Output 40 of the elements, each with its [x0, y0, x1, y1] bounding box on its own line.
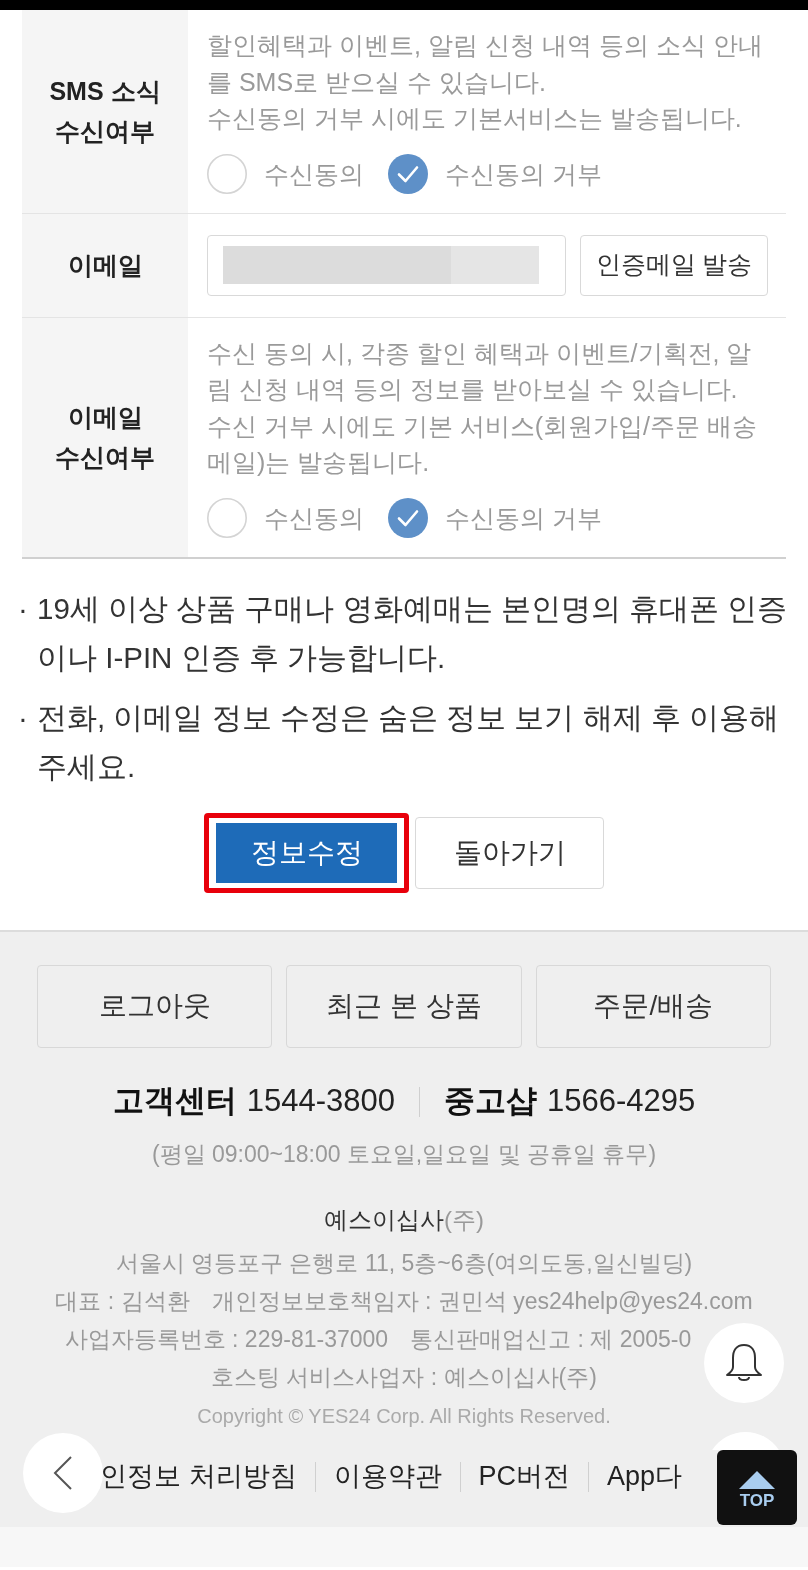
field-label: 이메일: [67, 250, 143, 281]
description-text: 할인혜택과 이벤트, 알림 신청 내역 등의 소식 안내를 SMS로 받으실 수 있습니다.: [207, 30, 764, 98]
field-label: 이메일 수신여부: [54, 402, 156, 473]
back-link-button[interactable]: 돌아가기: [415, 816, 604, 889]
floating-button-edge[interactable]: [712, 1432, 779, 1450]
bullet-mark: ·: [18, 590, 29, 627]
phone-number: 1544-3800: [246, 1082, 395, 1121]
description-text: 수신동의 거부 시에도 기본서비스는 발송됩니다.: [207, 103, 743, 134]
phone-label: 고객센터: [112, 1082, 237, 1121]
footer-link[interactable]: App다: [607, 1456, 683, 1497]
note-text: 19세 이상 상품 구매나 영화예매는 본인명의 휴대폰 인증이나 I-PIN 인증 후 가능합니다.: [37, 590, 789, 676]
description-text: 수신 거부 시에도 기본 서비스(회원가입/주문 배송메일)는 발송됩니다.: [207, 410, 758, 478]
footer-button[interactable]: 로그아웃: [37, 964, 273, 1048]
company-info-text: 대표 : 김석환: [55, 1288, 190, 1315]
company-info-text: 호스팅 서비스사업자 : 예스이십사(주): [211, 1364, 597, 1391]
phone-label: 중고샵: [444, 1082, 537, 1121]
bell-icon: [724, 1342, 764, 1384]
bullet-mark: ·: [18, 699, 29, 736]
copyright-text: Copyright © YES24 Corp. All Rights Reserved.: [197, 1403, 611, 1429]
footer-link[interactable]: 이용약관: [333, 1456, 442, 1497]
chevron-left-icon: [53, 1455, 73, 1491]
company-info-text: 사업자등록번호 : 229-81-37000: [64, 1326, 389, 1353]
email-field[interactable]: [207, 234, 566, 296]
up-triangle-icon: [739, 1470, 775, 1489]
company-info-text: 서울시 영등포구 은행로 11, 5층~6층(여의도동,일신빌딩): [115, 1250, 693, 1277]
company-name: 예스이십사(주): [324, 1204, 484, 1235]
footer-link[interactable]: PC버전: [478, 1456, 571, 1497]
footer-link[interactable]: 인정보 처리방침: [100, 1456, 297, 1497]
phone-number: 1566-4295: [547, 1082, 696, 1121]
scroll-top-button[interactable]: TOP: [717, 1450, 797, 1525]
field-label: SMS 소식 수신여부: [48, 76, 162, 148]
company-info-text: 통신판매업신고 : 제 2005-0: [410, 1326, 692, 1353]
footer-button[interactable]: 최근 본 상품: [286, 964, 522, 1048]
send-verification-button[interactable]: 인증메일 발송: [580, 234, 768, 296]
footer-button[interactable]: 주문/배송: [535, 964, 771, 1048]
note-text: 전화, 이메일 정보 수정은 숨은 정보 보기 해제 후 이용해주세요.: [37, 699, 780, 785]
hours-text: (평일 09:00~18:00 토요일,일요일 및 공휴일 휴무): [151, 1139, 657, 1169]
company-info-text: 개인정보보호책임자 : 권민석 yes24help@yes24.com: [211, 1288, 753, 1315]
description-text: 수신 동의 시, 각종 할인 혜택과 이벤트/기획전, 알림 신청 내역 등의 정보를 받아보실 수 있습니다.: [207, 337, 753, 405]
save-button[interactable]: 정보수정: [216, 822, 397, 883]
